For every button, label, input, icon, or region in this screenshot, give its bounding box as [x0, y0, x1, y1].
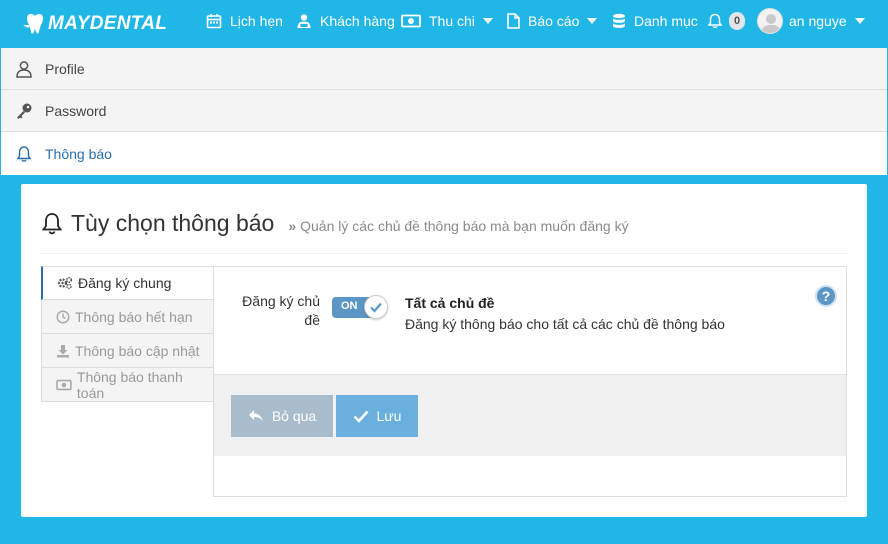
users-icon — [297, 14, 311, 28]
subscribe-all-toggle[interactable]: ON — [332, 295, 388, 319]
money-icon — [401, 14, 421, 28]
file-icon — [507, 13, 520, 29]
nav-thu-chi-label: Thu chi — [429, 13, 475, 29]
nav-danh-muc-label: Danh mục — [634, 13, 698, 29]
notification-tabs: Đăng ký chung Thông báo hết hạn Thông bá… — [41, 266, 214, 402]
menu-item-profile-label: Profile — [45, 60, 85, 77]
nav-danh-muc[interactable]: Danh mục — [612, 0, 698, 42]
nav-khach-hang-label: Khách hàng — [320, 13, 395, 29]
form-actions: Bỏ qua Lưu — [214, 374, 846, 456]
tab-dang-ky-chung[interactable]: Đăng ký chung — [41, 266, 214, 300]
menu-item-thong-bao[interactable]: Thông báo — [1, 132, 887, 175]
tab-thong-bao-thanh-toan-label: Thông báo thanh toán — [76, 368, 183, 401]
reply-icon — [248, 410, 263, 422]
chevron-down-icon — [482, 18, 493, 24]
tab-thong-bao-cap-nhat[interactable]: Thông báo cập nhật — [41, 334, 214, 368]
option-title: Tất cả chủ đề — [405, 295, 495, 311]
tab-thong-bao-cap-nhat-label: Thông báo cập nhật — [75, 342, 200, 359]
nav-lich-hen[interactable]: Lịch hẹn — [206, 0, 283, 42]
menu-item-password-label: Password — [45, 102, 107, 119]
database-icon — [613, 13, 625, 28]
user-name: an nguye — [789, 13, 847, 29]
key-icon — [15, 102, 33, 120]
settings-menu: Profile Password Thông báo — [1, 48, 887, 175]
menu-item-password[interactable]: Password — [1, 90, 887, 132]
notification-settings-panel: Tùy chọn thông báo » Quản lý các chủ đề t… — [21, 184, 867, 517]
check-icon — [353, 410, 368, 423]
nav-lich-hen-label: Lịch hẹn — [230, 13, 283, 29]
cancel-button[interactable]: Bỏ qua — [231, 395, 333, 437]
logo-text: MAYDENTAL — [48, 13, 168, 34]
nav-bao-cao[interactable]: Báo cáo — [507, 0, 598, 42]
user-icon — [15, 60, 33, 78]
field-label: Đăng ký chủ đề — [242, 293, 320, 328]
calendar-icon — [206, 14, 222, 29]
page-subtitle-text: Quản lý các chủ đề thông báo mà bạn muốn… — [300, 217, 629, 234]
bell-icon — [15, 145, 33, 163]
tab-dang-ky-chung-label: Đăng ký chung — [78, 275, 172, 291]
toggle-knob — [364, 295, 388, 319]
page-subtitle: » Quản lý các chủ đề thông báo mà bạn muố… — [288, 218, 628, 234]
option-description: Đăng ký thông báo cho tất cả các chủ đề … — [405, 316, 725, 332]
download-icon — [57, 344, 69, 357]
toggle-state-label: ON — [341, 300, 358, 312]
avatar-icon — [757, 8, 783, 34]
page-title: Tùy chọn thông báo — [71, 210, 275, 236]
tab-thong-bao-thanh-toan[interactable]: Thông báo thanh toán — [41, 368, 214, 402]
help-icon[interactable]: ? — [815, 285, 837, 307]
notification-count-badge: 0 — [729, 12, 745, 30]
tab-thong-bao-het-han[interactable]: Thông báo hết hạn — [41, 300, 214, 334]
brand-logo[interactable]: MAYDENTAL — [22, 7, 167, 41]
user-menu[interactable]: an nguye — [757, 0, 865, 42]
bell-icon — [707, 13, 723, 29]
clock-icon — [56, 309, 70, 324]
tab-thong-bao-het-han-label: Thông báo hết hạn — [75, 308, 193, 325]
save-button[interactable]: Lưu — [336, 395, 418, 437]
cancel-button-label: Bỏ qua — [271, 408, 317, 424]
menu-item-thong-bao-label: Thông báo — [45, 145, 112, 162]
menu-item-profile[interactable]: Profile — [1, 48, 887, 90]
nav-bao-cao-label: Báo cáo — [528, 13, 580, 29]
panel-header: Tùy chọn thông báo » Quản lý các chủ đề t… — [41, 208, 847, 254]
cogs-icon — [57, 276, 73, 290]
check-icon — [370, 302, 382, 313]
chevron-down-icon — [587, 18, 598, 24]
tooth-logo-icon — [23, 13, 43, 34]
bell-icon — [41, 212, 63, 234]
nav-khach-hang[interactable]: Khách hàng — [296, 0, 395, 42]
tab-content: Đăng ký chủ đề ON Tất cả chủ đề Đăng ký … — [213, 266, 847, 497]
chevron-down-icon — [854, 18, 865, 24]
double-chevron-right-icon: » — [288, 217, 297, 234]
money-icon — [56, 379, 72, 390]
top-navbar: MAYDENTAL Lịch hẹn Khách hàng Thu chi Bá… — [0, 0, 888, 48]
nav-thu-chi[interactable]: Thu chi — [401, 0, 493, 42]
notifications-button[interactable]: 0 — [707, 0, 745, 42]
save-button-label: Lưu — [376, 408, 402, 424]
